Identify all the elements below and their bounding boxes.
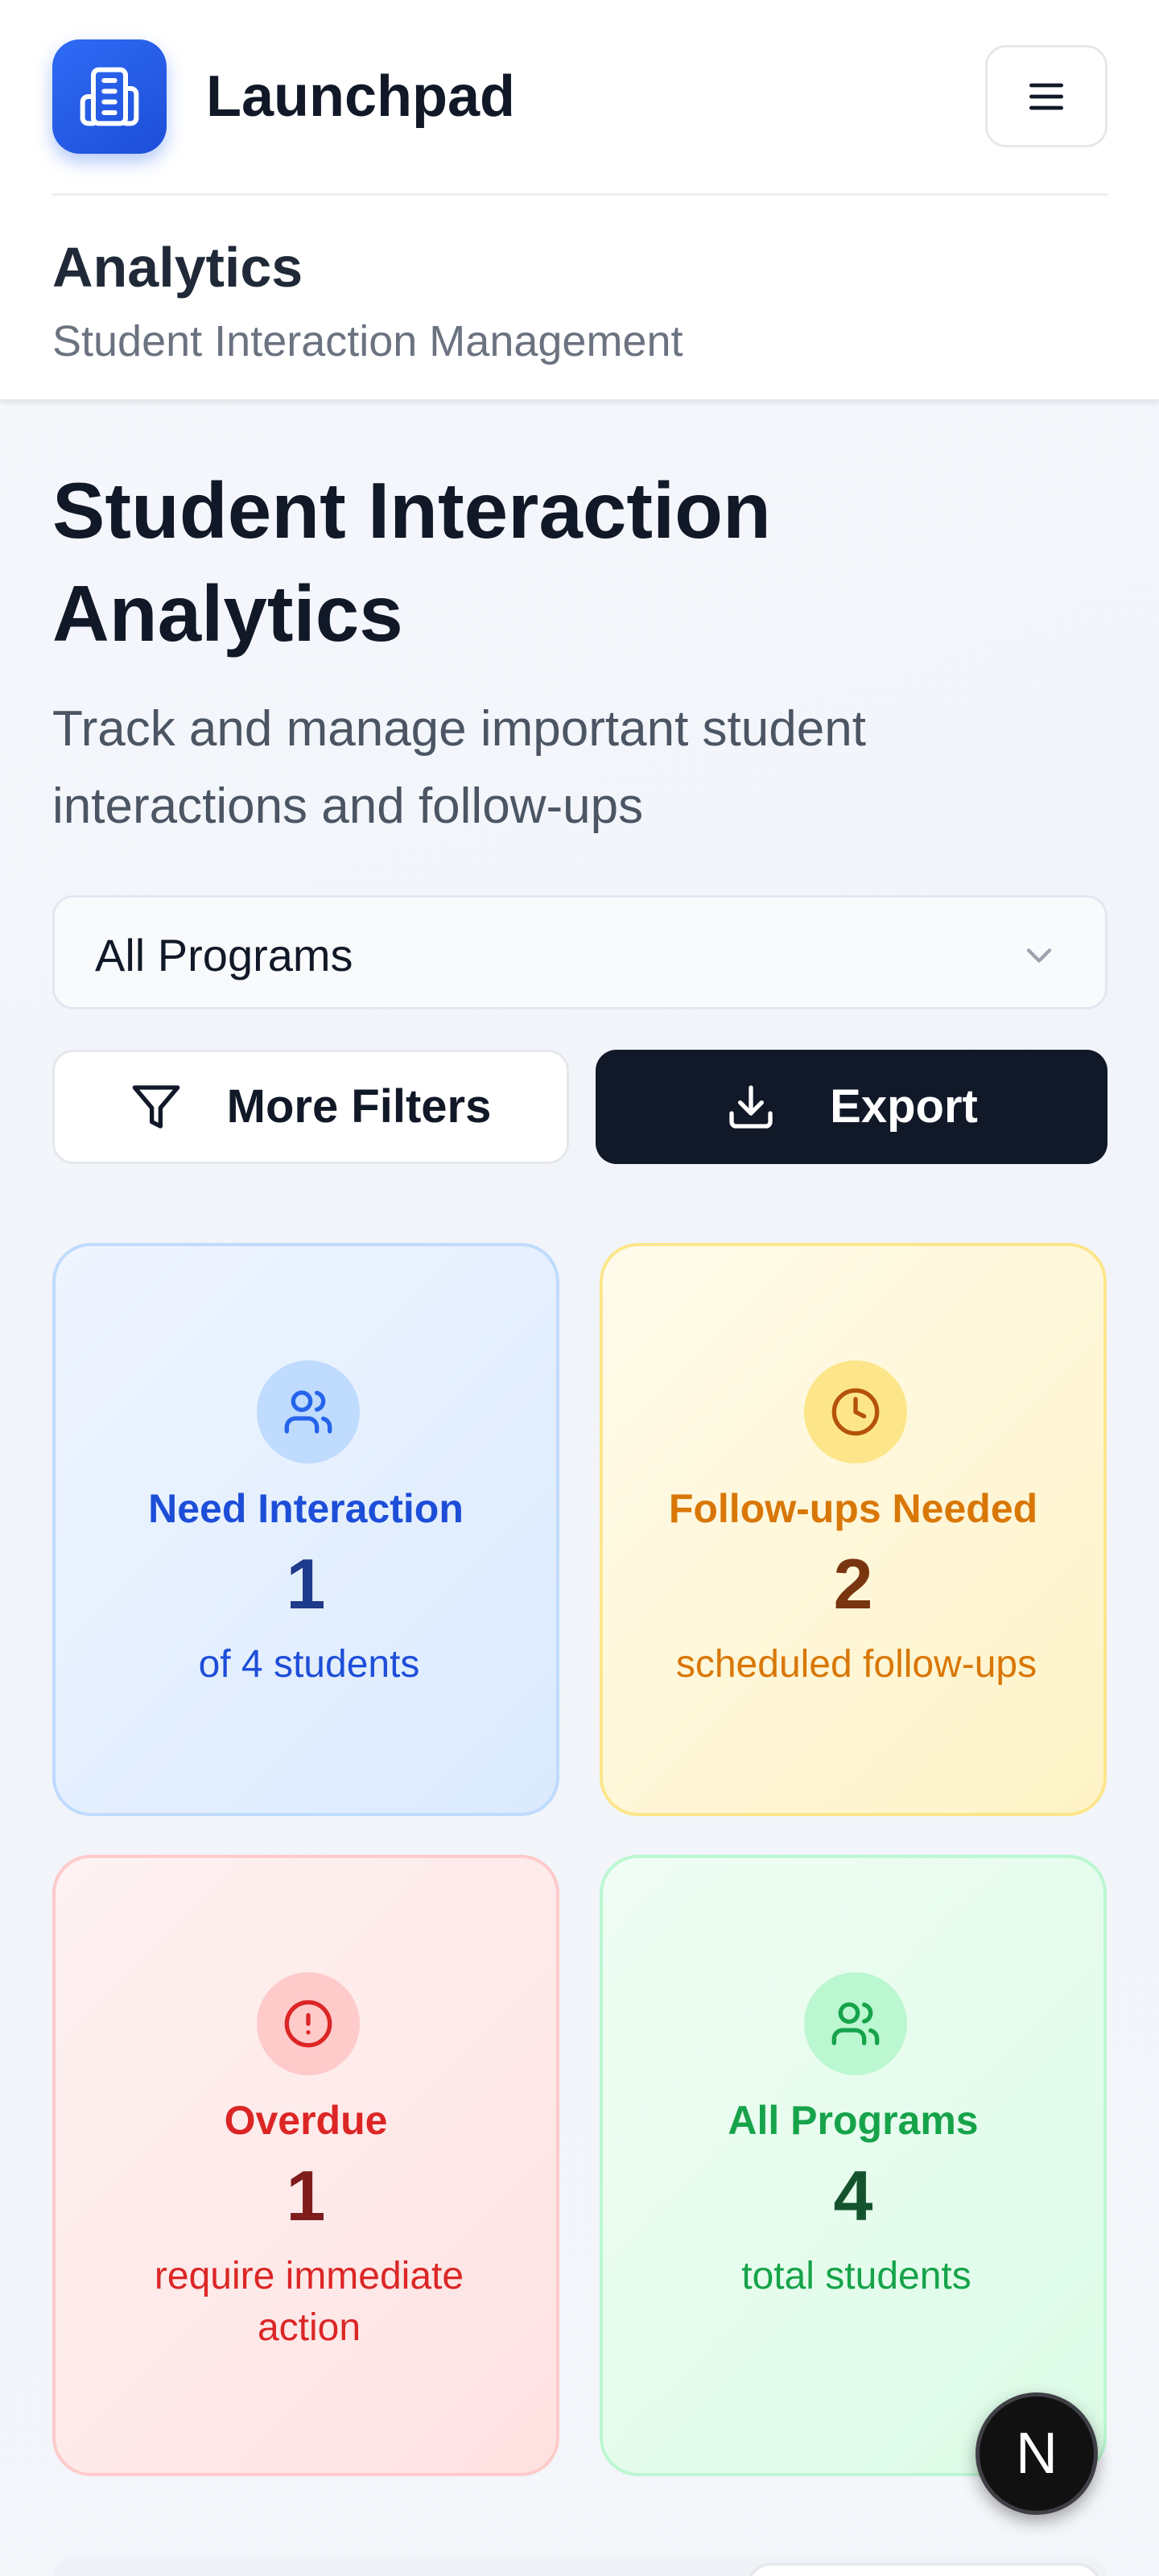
header-divider (52, 193, 1107, 196)
alert-circle-icon (257, 1972, 360, 2075)
app-header: Launchpad Analytics Student Interaction … (0, 0, 1159, 401)
stat-label: All Programs (728, 2098, 979, 2143)
export-button[interactable]: Export (596, 1050, 1107, 1164)
users-icon (257, 1360, 360, 1463)
stat-sub: total students (741, 2255, 971, 2297)
stat-label: Follow-ups Needed (668, 1486, 1038, 1531)
more-filters-button[interactable]: More Filters (52, 1050, 569, 1164)
page-title: Student Interaction Analytics (52, 466, 771, 658)
stat-value: 1 (286, 1544, 326, 1624)
hamburger-menu-icon (1029, 83, 1063, 109)
floating-n-badge[interactable]: N (975, 2392, 1098, 2515)
stat-card-all-programs[interactable]: All Programs 4 total students (600, 1855, 1107, 2476)
section-title: Analytics (52, 236, 303, 299)
building-icon (80, 67, 139, 126)
stat-value: 1 (286, 2156, 326, 2235)
stat-sub: of 4 students (198, 1643, 420, 1686)
stat-sub: require immediate action (154, 2255, 464, 2349)
stat-card-need-interaction[interactable]: Need Interaction 1 of 4 students (52, 1243, 559, 1816)
page-description: Track and manage important student inter… (52, 701, 866, 834)
section-subtitle: Student Interaction Management (52, 317, 683, 365)
stat-label: Overdue (224, 2098, 388, 2143)
program-select-value: All Programs (95, 930, 353, 980)
chevron-down-icon (1026, 948, 1052, 963)
stat-value: 4 (833, 2156, 873, 2235)
app-logo[interactable] (52, 39, 167, 154)
stat-label: Need Interaction (148, 1486, 464, 1531)
brand-name: Launchpad (206, 64, 516, 129)
stat-value: 2 (833, 1544, 873, 1624)
stat-card-overdue[interactable]: Overdue 1 require immediate action (52, 1855, 559, 2476)
users-icon (804, 1972, 907, 2075)
download-icon (729, 1085, 773, 1129)
clock-icon (804, 1360, 907, 1463)
program-select[interactable]: All Programs (52, 895, 1107, 1009)
stat-card-follow-ups[interactable]: Follow-ups Needed 2 scheduled follow-ups (600, 1243, 1107, 1816)
export-label: Export (830, 1080, 978, 1133)
bottom-tab-pill[interactable] (747, 2563, 1101, 2576)
filter-icon (132, 1085, 179, 1129)
menu-button[interactable] (985, 45, 1107, 147)
stat-sub: scheduled follow-ups (675, 1643, 1037, 1686)
more-filters-label: More Filters (226, 1080, 492, 1133)
